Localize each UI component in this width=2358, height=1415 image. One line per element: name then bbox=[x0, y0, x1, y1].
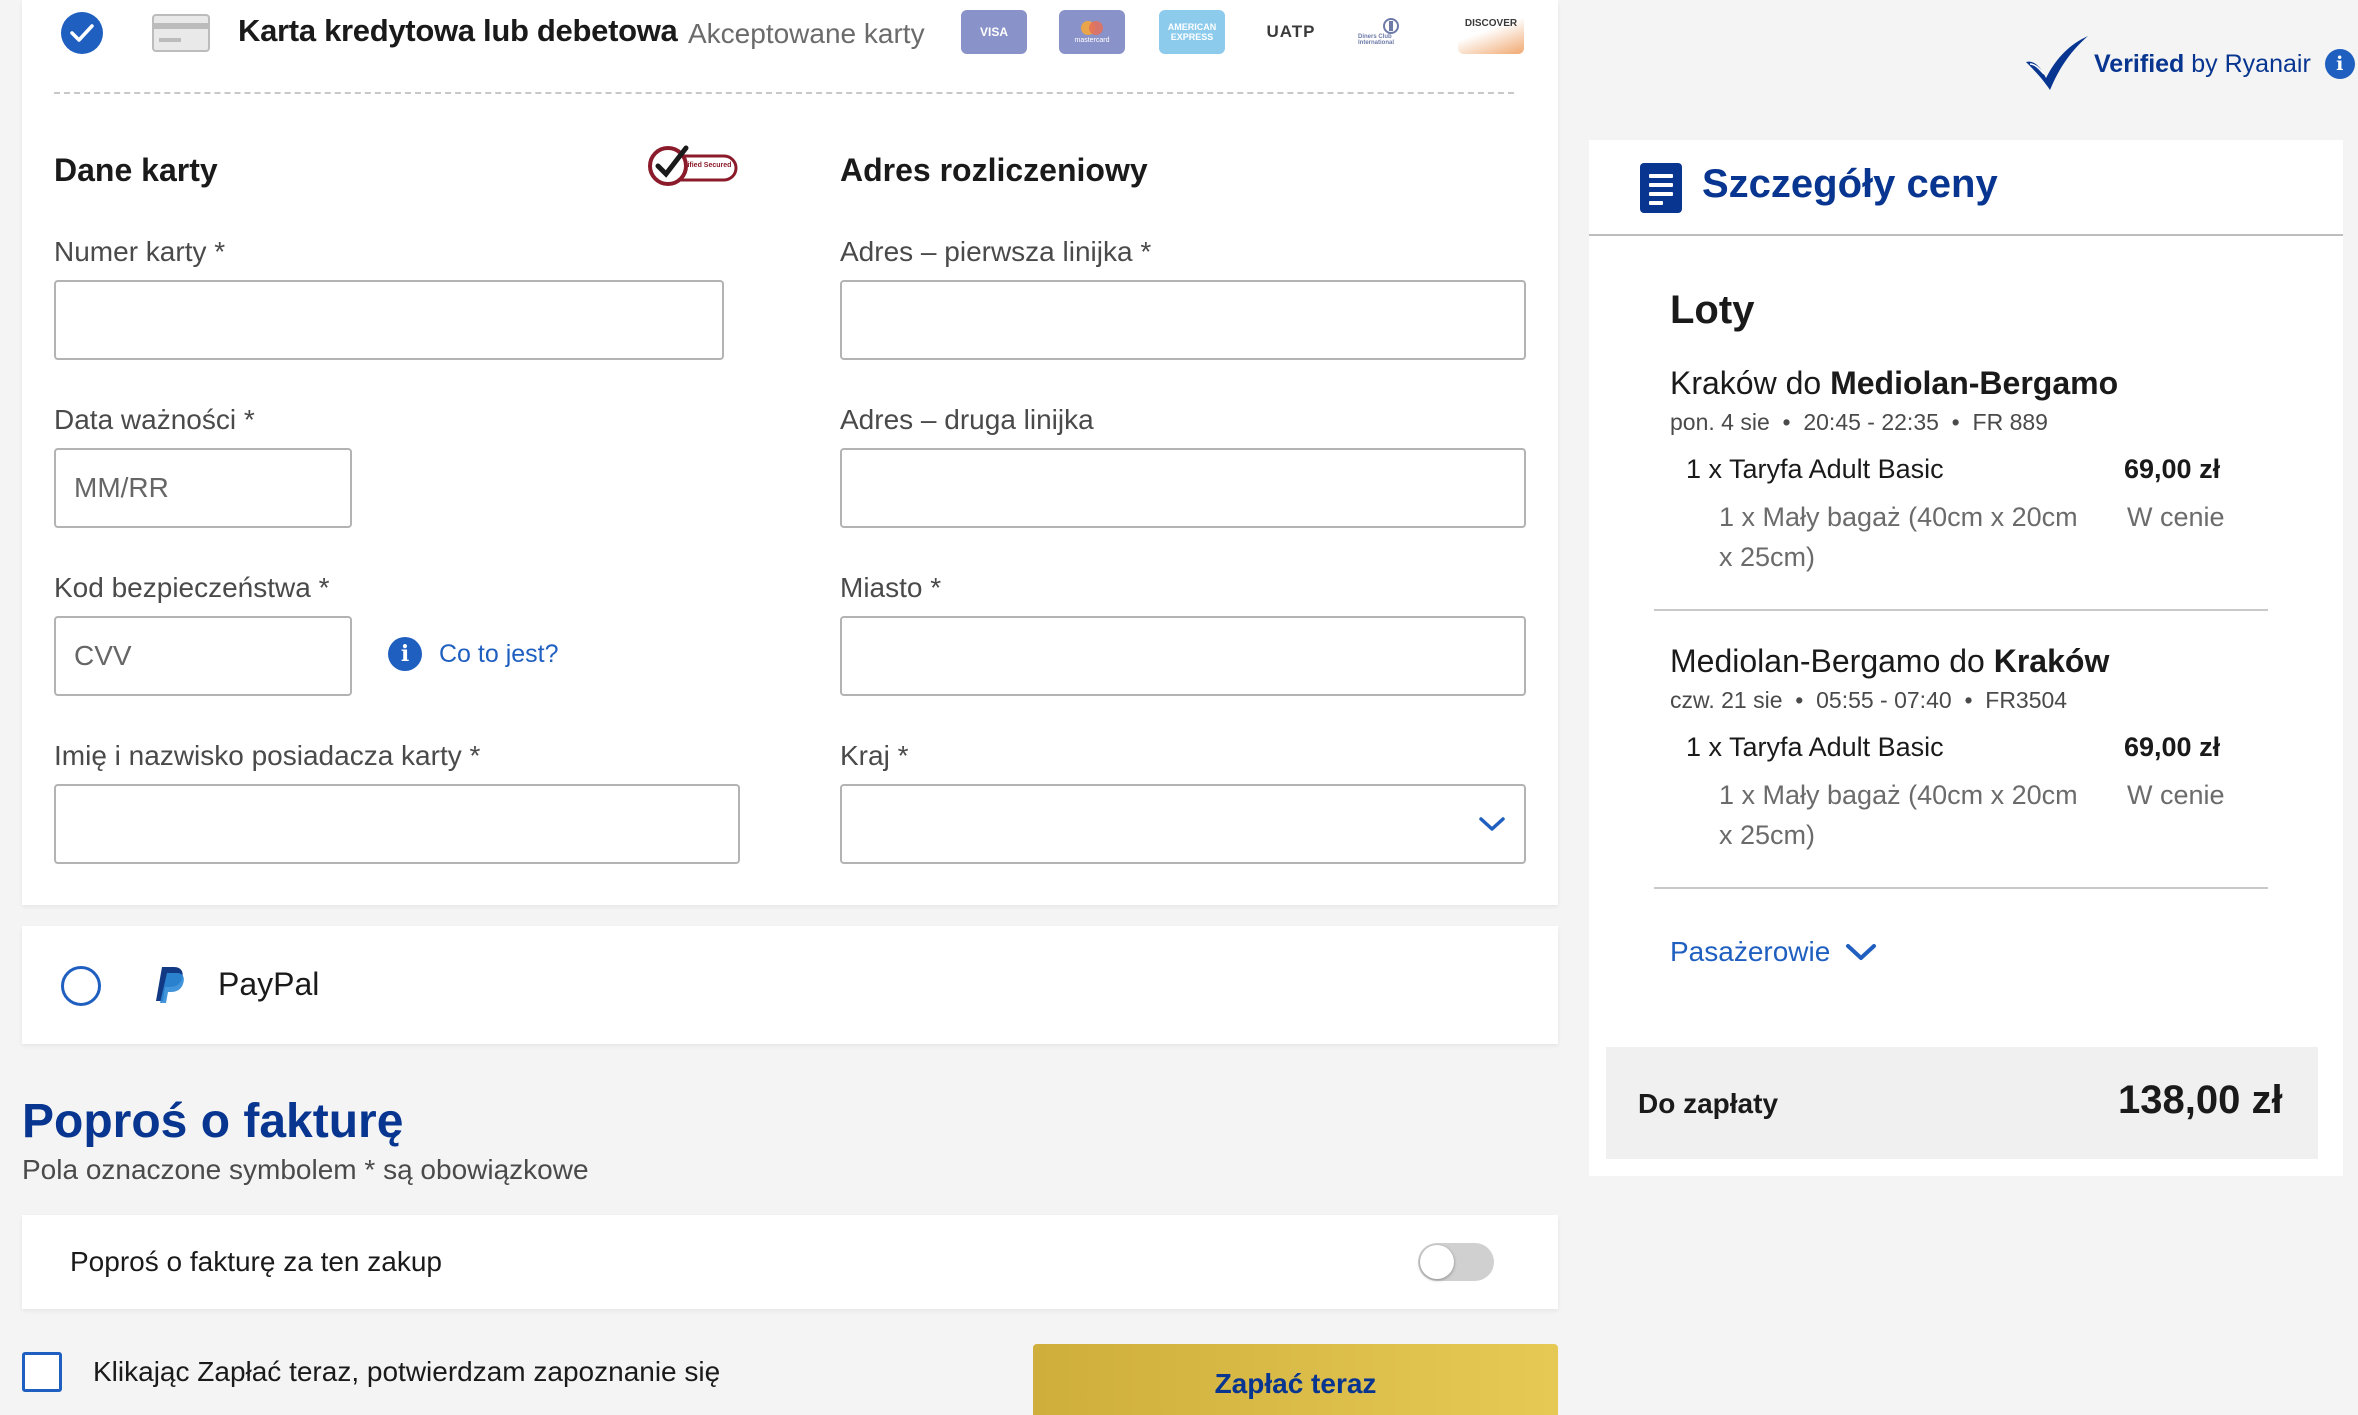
diners-logo: Diners Club International bbox=[1358, 10, 1424, 54]
divider bbox=[1654, 887, 2268, 889]
flight-meta: czw. 21 sie • 05:55 - 07:40 • FR3504 bbox=[1670, 687, 2068, 713]
verified-check-icon bbox=[2026, 36, 2088, 90]
document-icon bbox=[1640, 163, 1682, 213]
billing-address-heading: Adres rozliczeniowy bbox=[840, 152, 1148, 188]
verified-by-ryanair: Verified by Ryanair i bbox=[2022, 34, 2355, 94]
flight-meta: pon. 4 sie • 20:45 - 22:35 • FR 889 bbox=[1670, 409, 2048, 435]
flight-route: Mediolan-Bergamo do Kraków bbox=[1670, 643, 2110, 679]
credit-card-icon bbox=[152, 14, 210, 52]
uatp-logo: UATP bbox=[1258, 10, 1324, 54]
address2-label: Adres – druga linijka bbox=[840, 404, 1094, 435]
city-label: Miasto * bbox=[840, 572, 942, 603]
address2-input[interactable] bbox=[840, 448, 1526, 528]
info-icon[interactable]: i bbox=[388, 637, 422, 671]
pay-now-button[interactable]: Zapłać teraz bbox=[1033, 1344, 1558, 1415]
invoice-toggle-label: Poproś o fakturę za ten zakup bbox=[70, 1246, 442, 1277]
terms-checkbox[interactable] bbox=[22, 1352, 62, 1392]
address1-input[interactable] bbox=[840, 280, 1526, 360]
mastercard-logo: mastercard bbox=[1059, 10, 1125, 54]
verified-info-icon[interactable]: i bbox=[2324, 49, 2355, 79]
baggage-price: W cenie bbox=[2127, 502, 2225, 532]
card-details-heading: Dane karty bbox=[54, 152, 218, 188]
discover-logo: DISCOVER bbox=[1458, 10, 1524, 54]
baggage-price: W cenie bbox=[2127, 780, 2225, 810]
fare-line: 1 x Taryfa Adult Basic bbox=[1686, 732, 1944, 762]
chevron-down-icon bbox=[1479, 817, 1505, 831]
fare-price: 69,00 zł bbox=[2124, 732, 2221, 762]
expiry-label: Data ważności * bbox=[54, 404, 255, 435]
flights-heading: Loty bbox=[1670, 288, 1755, 332]
secure-badge-icon: Verified Secured bbox=[646, 142, 740, 193]
invoice-subtitle: Pola oznaczone symbolem * są obowiązkowe bbox=[22, 1154, 589, 1185]
address1-label: Adres – pierwsza linijka * bbox=[840, 236, 1152, 267]
cvv-help-link[interactable]: Co to jest? bbox=[439, 640, 559, 669]
cvv-label: Kod bezpieczeństwa * bbox=[54, 572, 330, 603]
visa-logo: VISA bbox=[961, 10, 1027, 54]
country-label: Kraj * bbox=[840, 740, 909, 771]
divider bbox=[1654, 609, 2268, 611]
invoice-title: Poproś o fakturę bbox=[22, 1095, 404, 1148]
city-input[interactable] bbox=[840, 616, 1526, 696]
selected-check-icon[interactable] bbox=[61, 12, 103, 54]
card-method-title: Karta kredytowa lub debetowa bbox=[238, 13, 678, 48]
passengers-toggle[interactable]: Pasażerowie bbox=[1670, 936, 1878, 968]
total-label: Do zapłaty bbox=[1638, 1088, 1779, 1119]
expiry-input[interactable]: MM/RR bbox=[54, 448, 352, 528]
divider bbox=[1589, 234, 2343, 236]
cvv-input[interactable]: CVV bbox=[54, 616, 352, 696]
paypal-icon bbox=[154, 965, 186, 1010]
baggage-line: 1 x Mały bagaż (40cm x 20cm x 25cm) bbox=[1719, 502, 2078, 572]
flight-route: Kraków do Mediolan-Bergamo bbox=[1670, 365, 2119, 401]
toggle-knob bbox=[1420, 1245, 1454, 1279]
paypal-label: PayPal bbox=[218, 966, 320, 1002]
baggage-line: 1 x Mały bagaż (40cm x 20cm x 25cm) bbox=[1719, 780, 2078, 850]
accepted-cards-label: Akceptowane karty bbox=[688, 18, 925, 49]
total-value: 138,00 zł bbox=[2118, 1078, 2283, 1122]
cardholder-label: Imię i nazwisko posiadacza karty * bbox=[54, 740, 481, 771]
card-number-label: Numer karty * bbox=[54, 236, 226, 267]
chevron-down-icon bbox=[1846, 944, 1877, 960]
terms-text: Klikając Zapłać teraz, potwierdzam zapoz… bbox=[93, 1356, 721, 1387]
country-select[interactable] bbox=[840, 784, 1526, 864]
divider bbox=[54, 92, 1514, 94]
paypal-radio[interactable] bbox=[61, 966, 101, 1006]
fare-line: 1 x Taryfa Adult Basic bbox=[1686, 454, 1944, 484]
fare-price: 69,00 zł bbox=[2124, 454, 2221, 484]
amex-logo: AMERICAN EXPRESS bbox=[1159, 10, 1225, 54]
cardholder-input[interactable] bbox=[54, 784, 740, 864]
price-details-title: Szczegóły ceny bbox=[1702, 162, 1998, 206]
card-number-input[interactable] bbox=[54, 280, 724, 360]
